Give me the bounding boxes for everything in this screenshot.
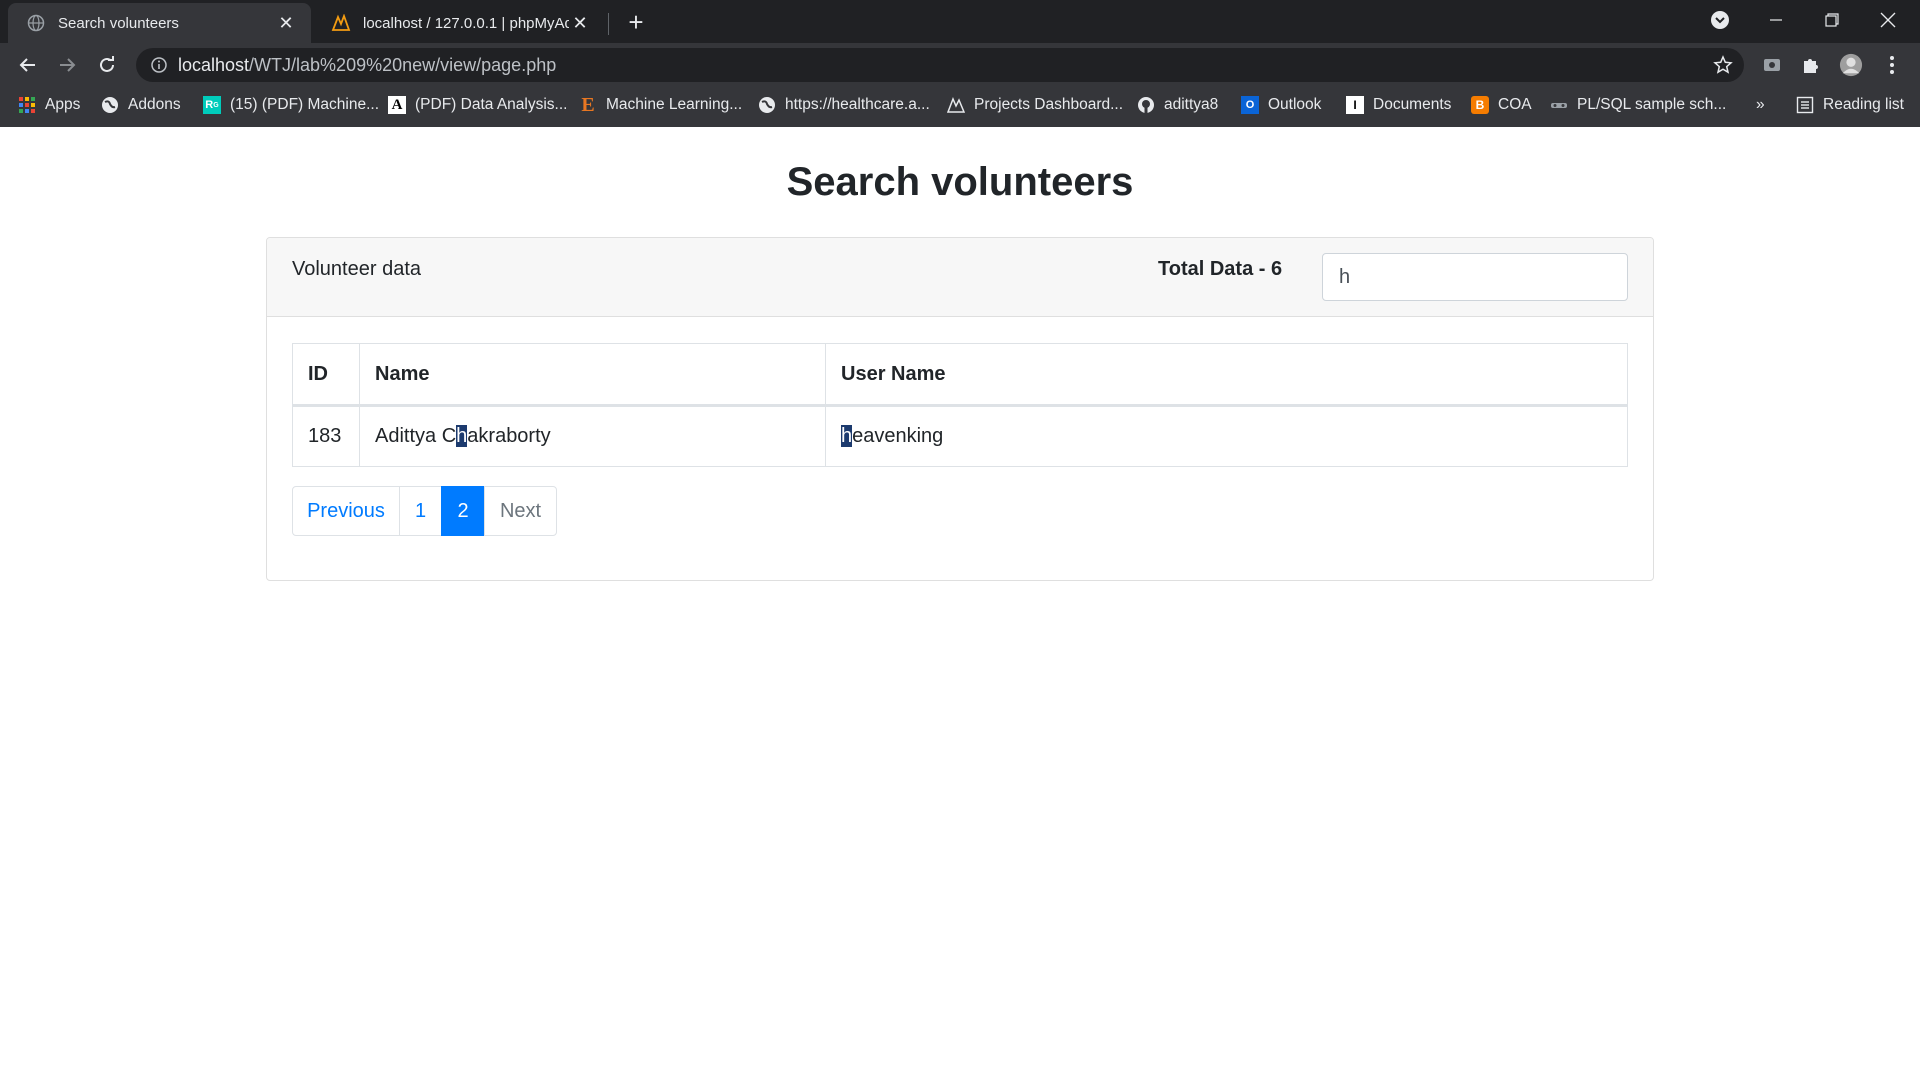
table-row: 183 Adittya Chakraborty heavenking [292, 405, 1628, 467]
bookmark-github[interactable]: adittya8 [1137, 87, 1218, 123]
name-text-after: akraborty [467, 425, 551, 447]
bookmark-addons[interactable]: Addons [101, 87, 181, 123]
bookmark-star-icon[interactable] [1712, 54, 1734, 76]
address-bar[interactable]: localhost/WTJ/lab%209%20new/view/page.ph… [136, 48, 1744, 82]
minimize-icon[interactable] [1748, 0, 1804, 40]
bookmark-apps[interactable]: Apps [18, 87, 80, 123]
url-path: /WTJ/lab%209%20new/view/page.php [249, 55, 557, 75]
outlook-icon: O [1241, 96, 1259, 114]
globe-icon [101, 96, 119, 114]
back-arrow-icon[interactable] [14, 51, 42, 79]
name-text-before: Adittya C [375, 425, 457, 447]
bookmark-label: (PDF) Data Analysis... [415, 96, 568, 113]
close-icon[interactable]: ✕ [275, 12, 297, 34]
bookmark-label: Addons [128, 96, 181, 113]
column-header-name: Name [359, 343, 826, 407]
bookmark-documents[interactable]: I Documents [1346, 87, 1451, 123]
table-header-row: ID Name User Name [292, 343, 1628, 407]
e-icon: E [581, 93, 595, 116]
cell-name: Adittya Chakraborty [359, 405, 826, 467]
info-icon[interactable] [150, 56, 168, 74]
url-host: localhost [178, 55, 250, 75]
page-title: Search volunteers [786, 160, 1134, 204]
column-header-id: ID [292, 343, 360, 407]
bookmark-outlook[interactable]: O Outlook [1241, 87, 1321, 123]
previous-page-button[interactable]: Previous [292, 486, 400, 536]
tab-phpmyadmin[interactable]: localhost / 127.0.0.1 | phpMyAdmin ✕ [313, 3, 605, 43]
bookmark-label: PL/SQL sample sch... [1577, 96, 1727, 113]
bookmark-label: Apps [45, 96, 81, 113]
volunteer-card: Volunteer data Total Data - 6 ID Name Us… [266, 237, 1654, 581]
page-2-button[interactable]: 2 [441, 486, 485, 536]
bookmark-coa[interactable]: B COA [1471, 87, 1532, 123]
screen-capture-icon[interactable] [1760, 53, 1784, 77]
bookmark-academia[interactable]: A (PDF) Data Analysis... [388, 87, 567, 123]
reload-icon[interactable] [93, 51, 121, 79]
bookmark-researchgate[interactable]: RG (15) (PDF) Machine... [203, 87, 379, 123]
tab-strip: Search volunteers ✕ localhost / 127.0.0.… [0, 0, 1920, 43]
new-tab-plus-icon[interactable]: + [622, 7, 650, 37]
database-icon [1550, 96, 1568, 114]
extensions-puzzle-icon[interactable] [1799, 53, 1823, 77]
more-bookmarks-chevron-icon[interactable]: » [1756, 87, 1765, 123]
bookmark-label: Documents [1373, 96, 1452, 113]
globe-icon [758, 96, 776, 114]
tab-search-dropdown-icon[interactable] [1692, 0, 1748, 40]
username-text-after: eavenking [852, 425, 944, 447]
page-1-button[interactable]: 1 [399, 486, 442, 536]
cell-id: 183 [292, 405, 360, 467]
bookmark-healthcare[interactable]: https://healthcare.a... [758, 87, 930, 123]
bookmark-label: (15) (PDF) Machine... [230, 96, 380, 113]
reading-list-button[interactable]: Reading list [1796, 87, 1904, 123]
window-close-icon[interactable] [1860, 0, 1916, 40]
bookmark-machine-learning[interactable]: E Machine Learning... [579, 87, 742, 123]
card-header: Volunteer data Total Data - 6 [267, 238, 1653, 317]
researchgate-icon: RG [203, 96, 221, 114]
volunteer-table: ID Name User Name 183 Adittya Chakrabort… [292, 343, 1628, 467]
globe-icon [26, 13, 46, 33]
tab-separator [608, 13, 609, 35]
github-icon [1137, 96, 1155, 114]
bookmark-label: Projects Dashboard... [974, 96, 1124, 113]
bookmark-label: COA [1498, 96, 1532, 113]
dashboard-icon [947, 96, 965, 114]
phpmyadmin-icon [331, 13, 351, 33]
total-data-label: Total Data - 6 [1158, 258, 1283, 280]
apps-grid-icon [18, 96, 36, 114]
tab-title: Search volunteers [58, 14, 179, 32]
tab-search-volunteers[interactable]: Search volunteers ✕ [8, 3, 311, 43]
url-text: localhost/WTJ/lab%209%20new/view/page.ph… [178, 55, 556, 76]
column-header-user-name: User Name [825, 343, 1628, 407]
bookmark-plsql[interactable]: PL/SQL sample sch... [1550, 87, 1726, 123]
kebab-menu-icon[interactable] [1880, 53, 1904, 77]
documents-icon: I [1346, 96, 1364, 114]
reading-list-icon [1796, 96, 1814, 114]
bookmark-label: https://healthcare.a... [785, 96, 930, 113]
browser-toolbar: localhost/WTJ/lab%209%20new/view/page.ph… [0, 43, 1920, 87]
restore-icon[interactable] [1804, 0, 1860, 40]
username-match-highlight: h [841, 425, 853, 447]
bookmark-label: adittya8 [1164, 96, 1219, 113]
card-title: Volunteer data [292, 258, 421, 280]
bookmarks-bar: Apps Addons RG (15) (PDF) Machine... A (… [0, 87, 1920, 127]
forward-arrow-icon[interactable] [53, 51, 81, 79]
search-input[interactable] [1322, 253, 1628, 301]
tab-title: localhost / 127.0.0.1 | phpMyAdmin [363, 14, 569, 32]
cell-user-name: heavenking [825, 405, 1628, 467]
blogger-icon: B [1471, 96, 1489, 114]
academia-icon: A [388, 96, 406, 114]
close-icon[interactable]: ✕ [569, 12, 591, 34]
name-match-highlight: h [456, 425, 468, 447]
avatar[interactable] [1839, 53, 1863, 77]
pagination: Previous 1 2 Next [292, 486, 557, 536]
next-page-button[interactable]: Next [484, 486, 557, 536]
bookmark-projects-dashboard[interactable]: Projects Dashboard... [947, 87, 1123, 123]
reading-list-label: Reading list [1823, 96, 1904, 113]
bookmark-label: Machine Learning... [606, 96, 743, 113]
bookmark-label: Outlook [1268, 96, 1322, 113]
